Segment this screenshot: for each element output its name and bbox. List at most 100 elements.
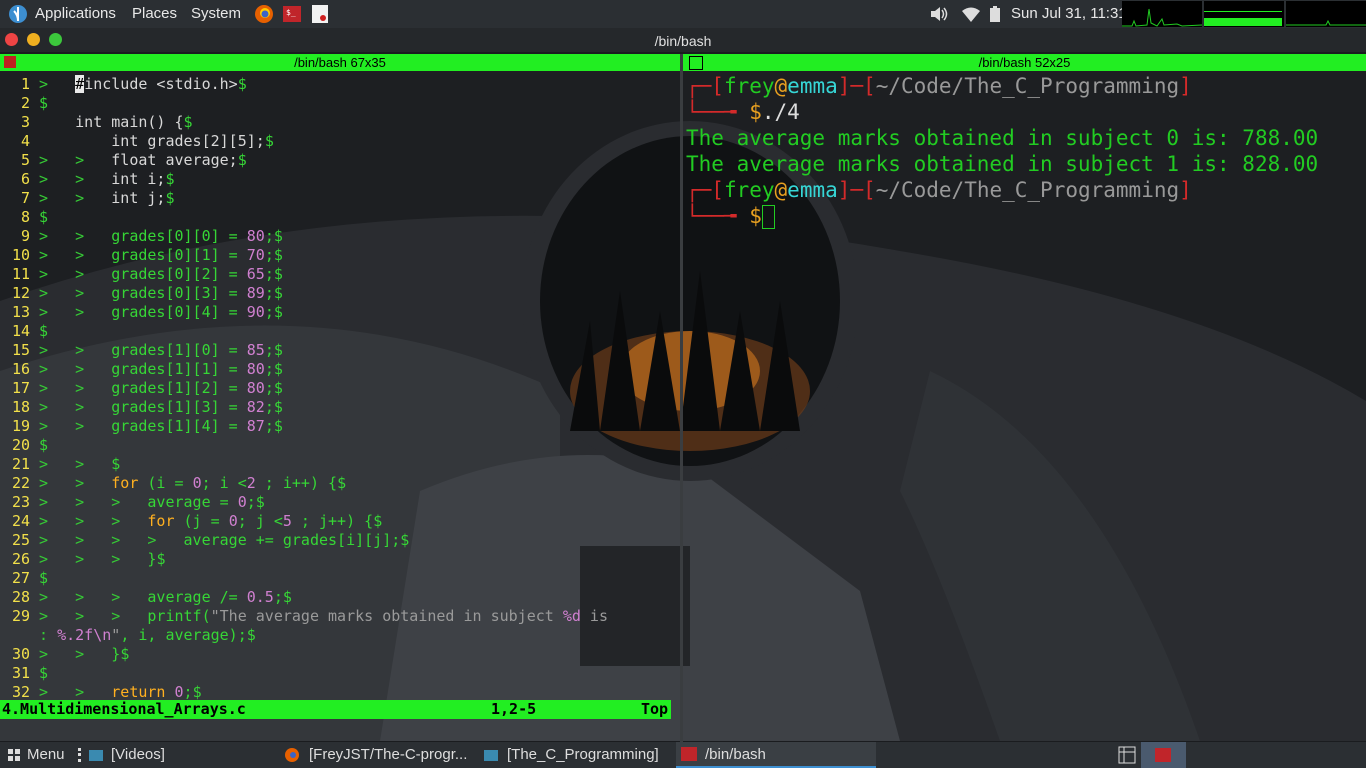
memory-monitor-graph[interactable] (1204, 1, 1284, 27)
code-line[interactable]: 10 > > grades[0][1] = 70;$ (0, 246, 283, 265)
code-line[interactable]: 18 > > grades[1][3] = 82;$ (0, 398, 283, 417)
code-token: ; j < (237, 512, 283, 530)
code-token: grades[0][2] = (111, 265, 247, 283)
line-number: 10 (11, 246, 30, 264)
pane-grid-icon[interactable] (4, 56, 16, 68)
code-line[interactable]: 15 > > grades[1][0] = 85;$ (0, 341, 283, 360)
code-token: 80 (246, 360, 265, 378)
code-line[interactable]: 13 > > grades[0][4] = 90;$ (0, 303, 283, 322)
code-line[interactable]: 21 > > $ (0, 455, 120, 474)
code-token: for (147, 512, 175, 530)
prompt-path: ~/Code/The_C_Programming (875, 74, 1180, 98)
code-line[interactable]: 30 > > }$ (0, 645, 129, 664)
code-line[interactable]: 17 > > grades[1][2] = 80;$ (0, 379, 283, 398)
code-line[interactable]: 6 > > int i;$ (0, 170, 175, 189)
line-number: 26 (11, 550, 30, 568)
line-number: 9 (20, 227, 30, 245)
terminal-icon[interactable]: $_ (281, 3, 303, 25)
volume-icon[interactable] (928, 3, 950, 25)
status-filename: 4.Multidimensional_Arrays.c (2, 700, 246, 718)
system-menu[interactable]: System (191, 5, 241, 22)
code-token: 80 (246, 379, 265, 397)
places-menu[interactable]: Places (132, 5, 177, 22)
code-line[interactable]: 7 > > int j;$ (0, 189, 175, 208)
output-line-2: The average marks obtained in subject 1 … (686, 152, 1319, 176)
code-line[interactable]: 2 $ (0, 94, 48, 113)
code-line[interactable]: 12 > > grades[0][3] = 89;$ (0, 284, 283, 303)
code-token: $ (337, 474, 347, 492)
code-line[interactable]: 29 > > > printf("The average marks obtai… (0, 607, 608, 626)
vim-editor[interactable]: 1 > #include <stdio.h>$ 2 $3 int main() {… (0, 71, 680, 700)
status-scroll: Top (641, 700, 669, 718)
firefox-icon[interactable] (253, 3, 275, 25)
code-line[interactable]: 28 > > > average /= 0.5;$ (0, 588, 292, 607)
screenshot-icon[interactable] (309, 3, 331, 25)
indent-marker: > > (39, 474, 112, 492)
workspace-1[interactable] (1141, 742, 1186, 768)
prompt-dollar: $ (749, 100, 762, 124)
pane-divider[interactable] (680, 54, 683, 742)
code-token: ; (264, 417, 274, 435)
code-token: grades[0][4] = (111, 303, 247, 321)
code-token: 0 (228, 512, 238, 530)
code-token: ; (273, 588, 283, 606)
indent-marker: > > (39, 398, 112, 416)
code-line[interactable]: 27 $ (0, 569, 48, 588)
code-line[interactable]: 8 $ (0, 208, 48, 227)
applications-menu[interactable]: Applications (35, 5, 116, 22)
distro-logo-icon[interactable] (7, 3, 29, 25)
left-pane-title[interactable]: /bin/bash 67x35 (0, 54, 680, 71)
clock[interactable]: Sun Jul 31, 11:31 (1011, 5, 1127, 22)
workspace-switcher-icon[interactable] (1118, 746, 1136, 764)
code-line[interactable]: 20 $ (0, 436, 48, 455)
menu-button[interactable]: Menu (27, 742, 65, 768)
code-line[interactable]: 22 > > for (i = 0; i <2 ; i++) {$ (0, 474, 346, 493)
line-number: 27 (11, 569, 30, 587)
code-line[interactable]: 11 > > grades[0][2] = 65;$ (0, 265, 283, 284)
code-line[interactable]: 1 > #include <stdio.h>$ (0, 75, 247, 94)
code-line[interactable]: 31 $ (0, 664, 48, 683)
pane-grid-icon[interactable] (689, 56, 703, 70)
taskbar-terminal-active[interactable]: /bin/bash (676, 742, 876, 768)
code-line[interactable]: 14 $ (0, 322, 48, 341)
code-token: grades[1][2] = (111, 379, 247, 397)
code-token: $ (264, 132, 274, 150)
code-line[interactable]: 3 int main() {$ (0, 113, 193, 132)
code-line[interactable]: 32 > > return 0;$ (0, 683, 202, 700)
cpu-monitor-graph[interactable] (1122, 1, 1202, 27)
code-line[interactable]: 24 > > > for (j = 0; j <5 ; j++) {$ (0, 512, 382, 531)
indent-marker: > > (39, 379, 112, 397)
indent-marker: > > (39, 683, 112, 700)
code-line[interactable]: 19 > > grades[1][4] = 87;$ (0, 417, 283, 436)
taskbar-firefox[interactable]: [FreyJST/The-C-progr... (309, 742, 467, 768)
code-line[interactable]: 16 > > grades[1][1] = 80;$ (0, 360, 283, 379)
code-token: return (111, 683, 166, 700)
wifi-icon[interactable] (960, 3, 982, 25)
code-line[interactable]: 26 > > > }$ (0, 550, 166, 569)
prompt-line: ┌─[frey@emma]─[~/Code/The_C_Programming] (686, 178, 1192, 202)
battery-icon[interactable] (984, 3, 1006, 25)
code-line[interactable]: 4 int grades[2][5];$ (0, 132, 274, 151)
code-line[interactable]: 9 > > grades[0][0] = 80;$ (0, 227, 283, 246)
line-number: 13 (11, 303, 30, 321)
code-token: ; (264, 360, 274, 378)
indent-marker: $ (39, 436, 49, 454)
code-line[interactable]: 25 > > > > average += grades[i][j];$ (0, 531, 409, 550)
indent-marker: $ (39, 208, 49, 226)
command-text: ./4 (761, 100, 800, 124)
code-token: 82 (246, 398, 265, 416)
code-line[interactable]: 5 > > float average;$ (0, 151, 247, 170)
code-token: (i = (138, 474, 193, 492)
indent-marker: > > (39, 189, 112, 207)
network-monitor-graph[interactable] (1286, 1, 1366, 27)
input-line[interactable]: └──╼ $ (686, 203, 775, 229)
code-line[interactable]: : %.2f\n", i, average);$ (0, 626, 256, 645)
vim-cursor: # (75, 75, 85, 93)
taskbar-videos[interactable]: [Videos] (111, 742, 165, 768)
right-pane-title[interactable]: /bin/bash 52x25 (683, 54, 1366, 71)
menu-grid-icon[interactable] (8, 749, 20, 761)
code-token: "The average marks obtained in subject (210, 607, 563, 625)
code-line[interactable]: 23 > > > average = 0;$ (0, 493, 265, 512)
taskbar-folder[interactable]: [The_C_Programming] (507, 742, 659, 768)
line-number: 28 (11, 588, 30, 606)
